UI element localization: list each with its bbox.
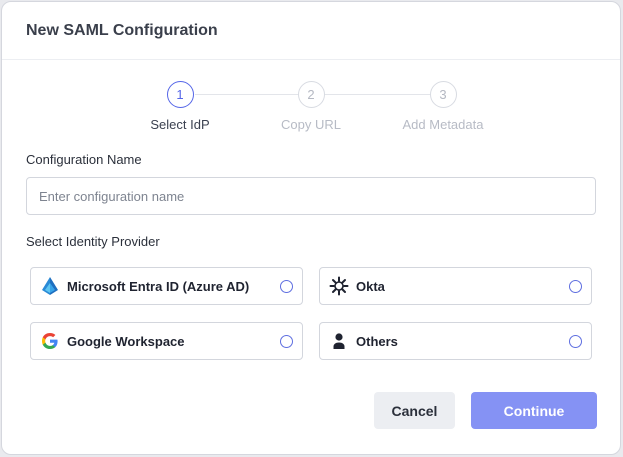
- radio-button[interactable]: [280, 335, 293, 348]
- saml-config-dialog: New SAML Configuration 1 Select IdP 2 Co…: [1, 1, 621, 455]
- step-select-idp: 1 Select IdP: [120, 81, 240, 132]
- radio-button[interactable]: [569, 335, 582, 348]
- idp-option-google-workspace[interactable]: Google Workspace: [30, 322, 303, 360]
- step-number: 2: [297, 81, 325, 108]
- user-icon: [329, 331, 349, 351]
- idp-option-label: Google Workspace: [67, 333, 185, 349]
- dialog-title: New SAML Configuration: [26, 21, 218, 39]
- step-number: 1: [166, 81, 194, 108]
- cancel-button[interactable]: Cancel: [374, 392, 455, 429]
- continue-button[interactable]: Continue: [471, 392, 597, 429]
- step-label: Copy URL: [281, 117, 341, 132]
- step-label: Select IdP: [150, 117, 210, 132]
- config-name-label: Configuration Name: [26, 152, 142, 167]
- dialog-header: New SAML Configuration: [2, 2, 620, 60]
- step-number: 3: [429, 81, 457, 108]
- google-icon: [40, 331, 60, 351]
- config-name-input[interactable]: [26, 177, 596, 215]
- radio-button[interactable]: [569, 280, 582, 293]
- okta-icon: [329, 276, 349, 296]
- step-add-metadata: 3 Add Metadata: [383, 81, 503, 132]
- idp-option-label: Okta: [356, 278, 385, 294]
- idp-option-okta[interactable]: Okta: [319, 267, 592, 305]
- idp-option-label: Microsoft Entra ID (Azure AD): [67, 278, 250, 294]
- step-label: Add Metadata: [402, 117, 484, 132]
- stepper: 1 Select IdP 2 Copy URL 3 Add Metadata: [2, 81, 620, 132]
- step-copy-url: 2 Copy URL: [251, 81, 371, 132]
- identity-provider-label: Select Identity Provider: [26, 234, 160, 249]
- idp-option-label: Others: [356, 333, 398, 349]
- azure-ad-icon: [40, 276, 60, 296]
- idp-option-others[interactable]: Others: [319, 322, 592, 360]
- radio-button[interactable]: [280, 280, 293, 293]
- idp-option-microsoft-entra[interactable]: Microsoft Entra ID (Azure AD): [30, 267, 303, 305]
